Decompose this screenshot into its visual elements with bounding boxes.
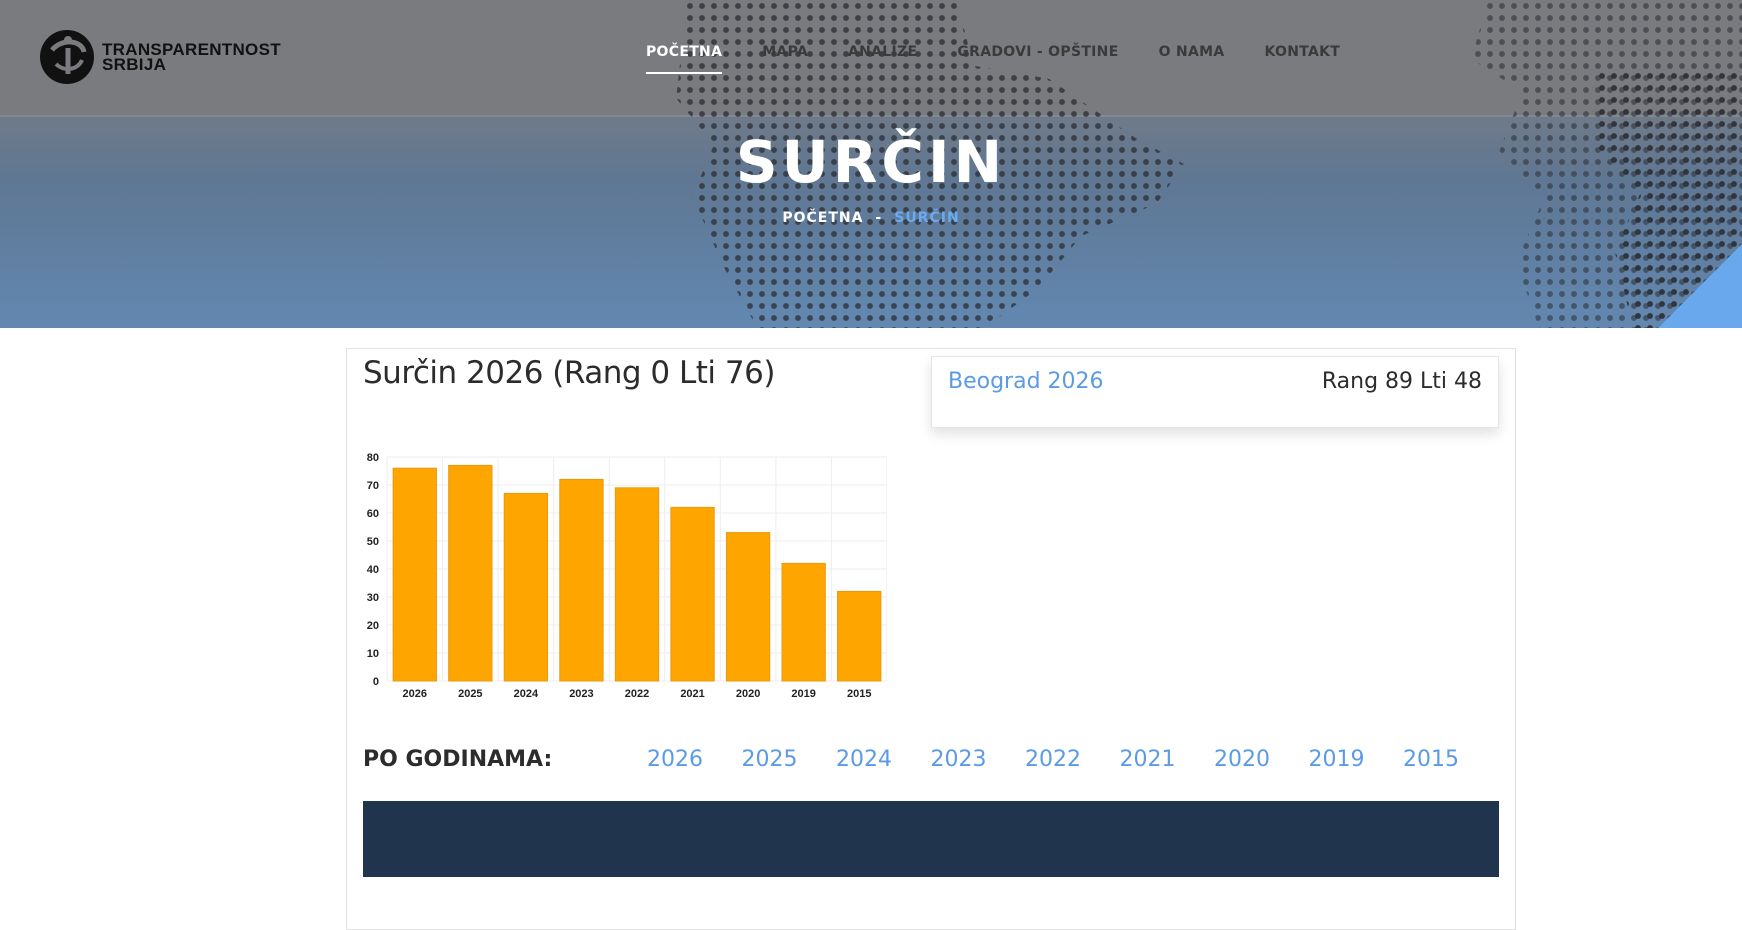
brand-line-2: SRBIJA bbox=[102, 55, 167, 74]
nav-pocetna[interactable]: POČETNA bbox=[646, 44, 723, 74]
year-link-2019[interactable]: 2019 bbox=[1309, 747, 1404, 772]
bar-2021 bbox=[670, 506, 715, 682]
nav-mapa[interactable]: MAPA bbox=[762, 44, 808, 60]
bar-2015 bbox=[837, 590, 882, 682]
ti-logo-icon bbox=[40, 30, 94, 84]
lti-bar-chart: 0 10 20 30 40 50 60 70 80 2026 2025 2024 2023 2022 202… bbox=[367, 452, 887, 700]
main-nav: POČETNA MAPA ANALIZE GRADOVI - OPŠTINE O… bbox=[646, 44, 1340, 74]
year-link-2026[interactable]: 2026 bbox=[647, 747, 742, 772]
region-summary: Beograd 2026 Rang 89 Lti 48 bbox=[931, 356, 1499, 428]
x-tick-label: 2026 bbox=[403, 688, 427, 700]
nav-analize[interactable]: ANALIZE bbox=[848, 44, 917, 60]
card-title: Surčin 2026 (Rang 0 Lti 76) bbox=[363, 355, 775, 391]
y-tick-label: 30 bbox=[367, 592, 379, 604]
breadcrumb-separator: - bbox=[875, 210, 883, 226]
x-tick-label: 2025 bbox=[458, 688, 482, 700]
bar-2026 bbox=[392, 467, 437, 682]
year-link-2023[interactable]: 2023 bbox=[931, 747, 1026, 772]
brand-name: TRANSPARENTNOST SRBIJA bbox=[102, 41, 281, 74]
year-links: 2026 2025 2024 2023 2022 2021 2020 2019 … bbox=[647, 747, 1498, 772]
region-link[interactable]: Beograd 2026 bbox=[948, 369, 1104, 394]
bar-2022 bbox=[614, 487, 660, 682]
nav-gradovi-opstine[interactable]: GRADOVI - OPŠTINE bbox=[957, 44, 1118, 60]
nav-o-nama[interactable]: O NAMA bbox=[1159, 44, 1225, 60]
by-years-label: PO GODINAMA: bbox=[363, 747, 553, 772]
x-tick-label: 2024 bbox=[514, 688, 539, 700]
y-tick-label: 80 bbox=[367, 452, 379, 464]
year-link-2021[interactable]: 2021 bbox=[1120, 747, 1215, 772]
page-title: SURČIN bbox=[735, 128, 1007, 196]
y-tick-label: 0 bbox=[373, 676, 379, 688]
breadcrumb-home[interactable]: POČETNA bbox=[782, 210, 863, 226]
y-tick-label: 50 bbox=[367, 536, 379, 548]
bar-2023 bbox=[559, 478, 604, 682]
x-tick-label: 2023 bbox=[569, 688, 593, 700]
bar-2024 bbox=[503, 492, 549, 682]
hero-banner: TRANSPARENTNOST SRBIJA POČETNA MAPA ANAL… bbox=[0, 0, 1742, 328]
x-tick-label: 2022 bbox=[625, 688, 649, 700]
site-logo[interactable]: TRANSPARENTNOST SRBIJA bbox=[38, 28, 281, 86]
x-tick-label: 2015 bbox=[847, 688, 871, 700]
map-panel bbox=[363, 801, 1499, 877]
corner-accent bbox=[1658, 244, 1742, 328]
y-tick-label: 60 bbox=[367, 508, 379, 520]
year-link-2025[interactable]: 2025 bbox=[742, 747, 837, 772]
y-tick-label: 10 bbox=[367, 648, 379, 660]
breadcrumb-current: SURČIN bbox=[894, 210, 960, 226]
y-tick-label: 20 bbox=[367, 620, 379, 632]
x-tick-label: 2021 bbox=[680, 688, 704, 700]
y-tick-label: 40 bbox=[367, 564, 379, 576]
year-link-2024[interactable]: 2024 bbox=[836, 747, 931, 772]
nav-kontakt[interactable]: KONTAKT bbox=[1264, 44, 1340, 60]
breadcrumb: POČETNA - SURČIN bbox=[0, 210, 1742, 226]
year-link-2015[interactable]: 2015 bbox=[1403, 747, 1498, 772]
bar-2025 bbox=[448, 464, 493, 682]
bar-2019 bbox=[781, 562, 826, 682]
region-rank: Rang 89 Lti 48 bbox=[1321, 369, 1482, 394]
year-link-2022[interactable]: 2022 bbox=[1025, 747, 1120, 772]
y-tick-label: 70 bbox=[367, 480, 379, 492]
year-link-2020[interactable]: 2020 bbox=[1214, 747, 1309, 772]
municipality-card: Surčin 2026 (Rang 0 Lti 76) Beograd 2026… bbox=[346, 348, 1516, 930]
x-tick-label: 2019 bbox=[791, 688, 815, 700]
x-tick-label: 2020 bbox=[736, 688, 760, 700]
by-years-row: PO GODINAMA: 2026 2025 2024 2023 2022 20… bbox=[363, 747, 1499, 781]
bar-2020 bbox=[725, 532, 771, 682]
